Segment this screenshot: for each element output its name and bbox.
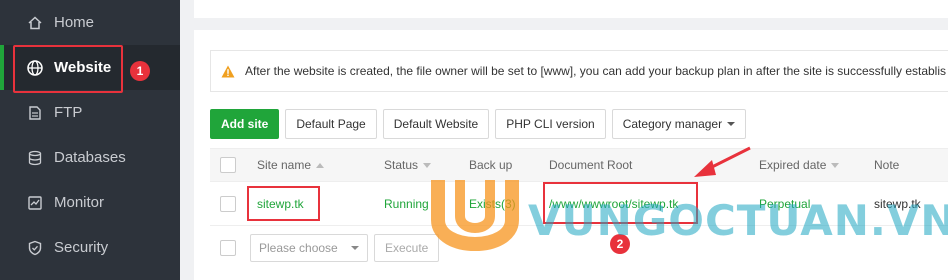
annotation-arrow — [694, 146, 751, 177]
